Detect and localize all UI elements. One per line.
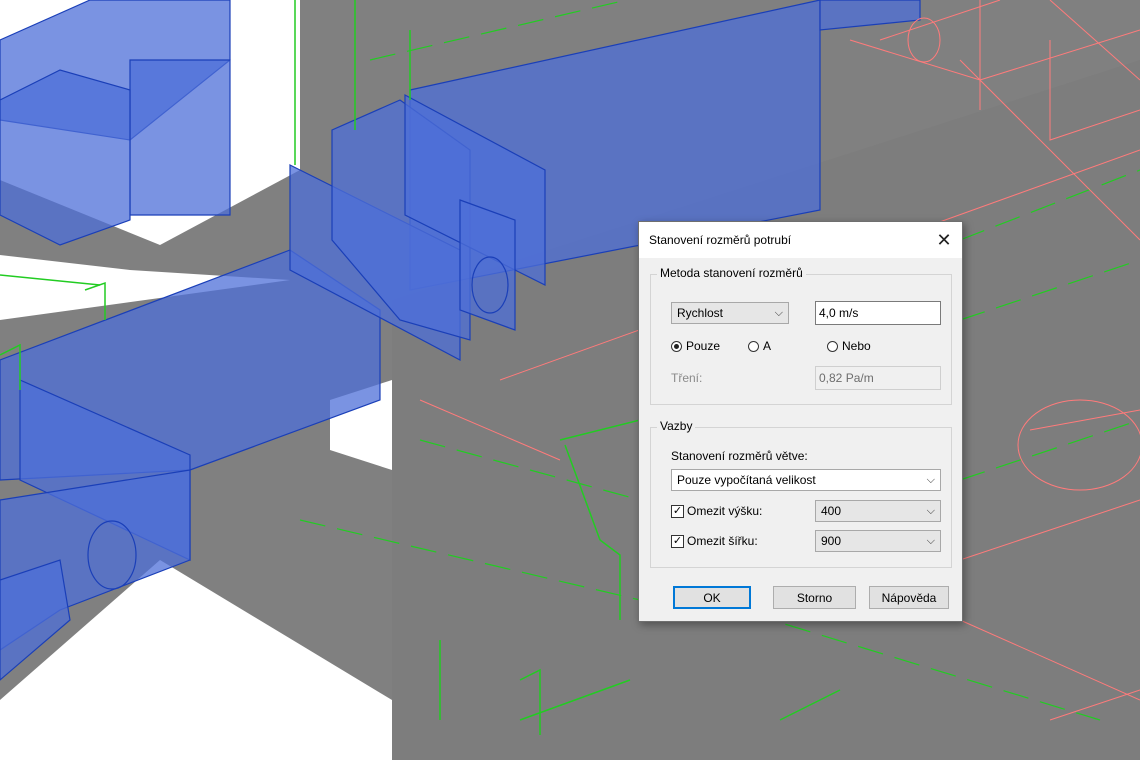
method-select[interactable]: Rychlost ⌵ [671, 302, 789, 324]
chevron-down-icon: ⌵ [926, 505, 935, 517]
constraints-group: Vazby Stanovení rozměrů větve: Pouze vyp… [650, 419, 952, 568]
radio-a[interactable]: A [748, 339, 771, 353]
chevron-down-icon: ⌵ [926, 535, 935, 547]
velocity-input-value: 4,0 m/s [819, 306, 859, 320]
close-icon[interactable]: ✕ [926, 222, 962, 258]
method-group: Metoda stanovení rozměrů Rychlost ⌵ 4,0 … [650, 266, 952, 405]
cad-3d-viewport[interactable] [0, 0, 1140, 760]
help-button[interactable]: Nápověda [869, 586, 949, 609]
radio-nebo[interactable]: Nebo [827, 339, 871, 353]
chevron-down-icon: ⌵ [926, 474, 935, 486]
friction-field: 0,82 Pa/m [815, 366, 941, 390]
friction-label: Tření: [671, 371, 703, 385]
checkbox-checked-icon: ✓ [671, 504, 684, 518]
radio-pouze[interactable]: Pouze [671, 339, 720, 353]
radio-dot [748, 340, 759, 352]
constraints-group-label: Vazby [657, 419, 696, 433]
chevron-down-icon: ⌵ [774, 307, 783, 319]
branch-sizing-value: Pouze vypočítaná velikost [677, 473, 816, 487]
method-group-label: Metoda stanovení rozměrů [657, 266, 806, 280]
limit-width-label: Omezit šířku: [687, 534, 758, 548]
limit-width-select[interactable]: 900 ⌵ [815, 530, 941, 552]
limit-height-checkbox[interactable]: ✓ Omezit výšku: [671, 504, 762, 518]
radio-pouze-label: Pouze [686, 339, 721, 353]
radio-dot-selected [671, 340, 682, 352]
velocity-input[interactable]: 4,0 m/s [815, 301, 941, 325]
limit-height-select[interactable]: 400 ⌵ [815, 500, 941, 522]
method-select-value: Rychlost [677, 306, 724, 320]
branch-sizing-select[interactable]: Pouze vypočítaná velikost ⌵ [671, 469, 941, 491]
limit-width-value: 900 [821, 534, 842, 548]
limit-height-value: 400 [821, 504, 842, 518]
limit-height-label: Omezit výšku: [687, 504, 763, 518]
radio-a-label: A [763, 339, 772, 353]
limit-width-checkbox[interactable]: ✓ Omezit šířku: [671, 534, 758, 548]
dialog-title: Stanovení rozměrů potrubí [649, 233, 792, 247]
radio-dot [827, 340, 838, 352]
dialog-titlebar[interactable]: Stanovení rozměrů potrubí ✕ [639, 222, 962, 258]
radio-nebo-label: Nebo [842, 339, 871, 353]
ok-button[interactable]: OK [673, 586, 751, 609]
branch-sizing-label: Stanovení rozměrů větve: [671, 449, 808, 463]
friction-value: 0,82 Pa/m [819, 371, 874, 385]
duct-sizing-dialog: Stanovení rozměrů potrubí ✕ Metoda stano… [638, 221, 963, 622]
cancel-button[interactable]: Storno [773, 586, 856, 609]
checkbox-checked-icon: ✓ [671, 534, 684, 548]
